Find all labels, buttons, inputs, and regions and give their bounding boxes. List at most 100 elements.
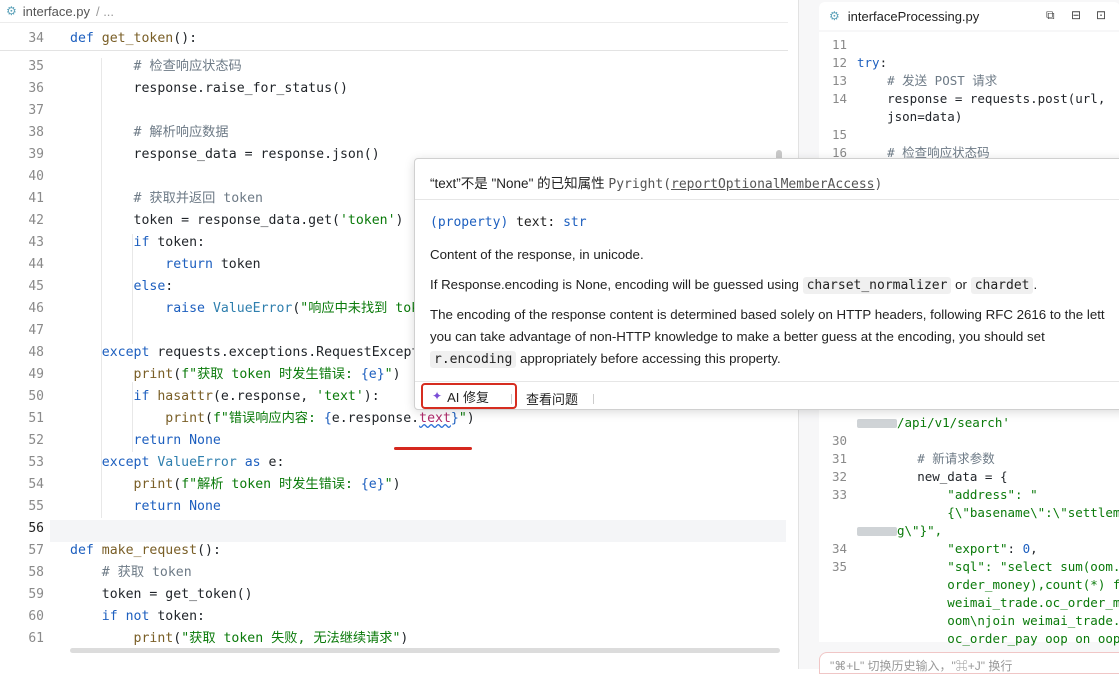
doc-text: If Response.encoding is None, encoding w…: [430, 277, 799, 292]
redacted-text: [857, 527, 897, 536]
breadcrumb-filename[interactable]: interface.py: [23, 4, 90, 19]
error-squiggle-highlight: [394, 447, 472, 450]
redacted-text: [857, 419, 897, 428]
line-number: 35: [28, 59, 44, 74]
line-number: 58: [28, 565, 44, 580]
code-line: {\"basename\":\"settlemer: [857, 505, 1119, 520]
divider: [415, 381, 1119, 382]
line-number: 40: [28, 169, 44, 184]
sticky-scroll-header[interactable]: 34 def get_token():: [0, 28, 788, 51]
doc-text: appropriately before accessing this prop…: [519, 351, 781, 366]
code-line: # 检查响应状态码: [70, 59, 242, 74]
python-file-icon: ⚙: [6, 4, 17, 18]
line-number: 60: [28, 609, 44, 624]
divider: [593, 394, 594, 404]
line-number: 11: [831, 37, 847, 52]
line-number: 44: [28, 257, 44, 272]
line-number: 59: [28, 587, 44, 602]
code-line: if token:: [70, 235, 205, 250]
code-line: "export": 0,: [857, 541, 1038, 556]
code-line: "address": ": [857, 487, 1038, 502]
code-line: weimai_trade.oc_order_mai: [857, 595, 1119, 610]
diagnostic-header: “text”不是 "None" 的已知属性 Pyright(reportOpti…: [430, 176, 883, 192]
line-number: 37: [28, 103, 44, 118]
inline-code: chardet: [970, 277, 1034, 294]
layout-icon[interactable]: ⊟: [1071, 8, 1081, 22]
code-line: print("获取 token 失败, 无法继续请求"): [133, 631, 409, 646]
divider: [511, 394, 512, 404]
line-number: 54: [28, 477, 44, 492]
code-line: if not token:: [70, 609, 205, 624]
line-number: 14: [831, 91, 847, 106]
code-line: oc_order_pay oop on oop.: [857, 631, 1119, 646]
sig-name: text:: [516, 215, 556, 230]
code-line: print(f"获取 token 时发生错误: {e}"): [133, 367, 401, 382]
line-number: 12: [831, 55, 847, 70]
doc-paragraph-1: Content of the response, in unicode.: [430, 247, 644, 262]
line-number: 41: [28, 191, 44, 206]
inline-code: charset_normalizer: [802, 277, 952, 294]
line-number: 33: [831, 487, 847, 502]
line-number: 15: [831, 127, 847, 142]
line-number: 36: [28, 81, 44, 96]
line-number: 34: [831, 541, 847, 556]
breadcrumb-rest[interactable]: / ...: [96, 4, 114, 19]
code-line: json=data): [857, 109, 963, 124]
doc-paragraph-3c: r.encoding appropriately before accessin…: [430, 351, 781, 368]
code-line: # 解析响应数据: [70, 125, 229, 140]
diagnostic-message: “text”不是 "None" 的已知属性: [430, 176, 605, 191]
tab-interfaceProcessing[interactable]: ⚙ interfaceProcessing.py ⧉ ⊟ ⊡: [819, 2, 1119, 30]
doc-paragraph-3a: The encoding of the response content is …: [430, 307, 1105, 322]
line-number: 13: [831, 73, 847, 88]
line-number: 32: [831, 469, 847, 484]
line-number: 55: [28, 499, 44, 514]
code-line: raise ValueError("响应中未找到 tok: [70, 301, 420, 316]
line-number: 56: [28, 521, 44, 536]
code-line: "sql": "select sum(oom.: [857, 559, 1119, 574]
line-number: 47: [28, 323, 44, 338]
code-line: order_money),count(*) fro: [857, 577, 1119, 592]
view-problem-button[interactable]: 查看问题: [526, 389, 578, 408]
python-file-icon: ⚙: [829, 9, 840, 23]
code-line: response_data = response.json(): [70, 147, 380, 162]
split-editor-icon[interactable]: ⧉: [1046, 8, 1055, 23]
chat-input[interactable]: "⌘+L" 切换历史输入，"⌘+J" 换行: [819, 652, 1119, 674]
code-line: # 获取 token: [70, 565, 192, 580]
line-number: 34: [28, 31, 44, 46]
code-line: def make_request():: [70, 543, 221, 558]
line-number: 39: [28, 147, 44, 162]
ai-fix-label: AI 修复: [447, 389, 489, 405]
doc-text: or: [955, 277, 967, 292]
tab-filename: interfaceProcessing.py: [847, 8, 980, 24]
line-number: 48: [28, 345, 44, 360]
hover-tooltip: “text”不是 "None" 的已知属性 Pyright(reportOpti…: [414, 158, 1119, 410]
code-line: token = get_token(): [70, 587, 253, 602]
more-options-icon[interactable]: ⊡: [1096, 8, 1106, 22]
editor-breadcrumb: ⚙ interface.py / ...: [0, 0, 788, 23]
sticky-code-line: def get_token():: [70, 31, 198, 46]
sig-type: str: [563, 215, 587, 230]
indent-guide: [101, 58, 102, 518]
code-line: except requests.exceptions.RequestExcept: [70, 345, 420, 360]
code-line: if hasattr(e.response, 'text'):: [70, 389, 380, 404]
ai-fix-button[interactable]: ✦ AI 修复: [421, 383, 517, 409]
horizontal-scrollbar[interactable]: [70, 648, 780, 653]
code-line: g\"}",: [857, 522, 942, 540]
divider: [415, 199, 1119, 200]
diagnostic-rule-link[interactable]: reportOptionalMemberAccess: [671, 177, 875, 192]
code-line: # 发送 POST 请求: [857, 73, 998, 88]
doc-text: .: [1033, 277, 1038, 292]
line-number: 35: [831, 559, 847, 574]
code-line: return None: [70, 433, 221, 448]
code-line: /api/v1/search': [857, 414, 1010, 432]
code-line: try:: [857, 55, 888, 70]
code-line: return token: [70, 257, 261, 272]
line-number: 43: [28, 235, 44, 250]
code-line: oom\njoin weimai_trade.: [857, 613, 1119, 628]
indent-guide: [132, 382, 133, 452]
current-line-highlight: [50, 520, 786, 542]
code-line: token = response_data.get('token'): [70, 213, 404, 228]
line-number: 46: [28, 301, 44, 316]
diagnostic-source: Pyright: [608, 177, 664, 192]
line-number: 57: [28, 543, 44, 558]
